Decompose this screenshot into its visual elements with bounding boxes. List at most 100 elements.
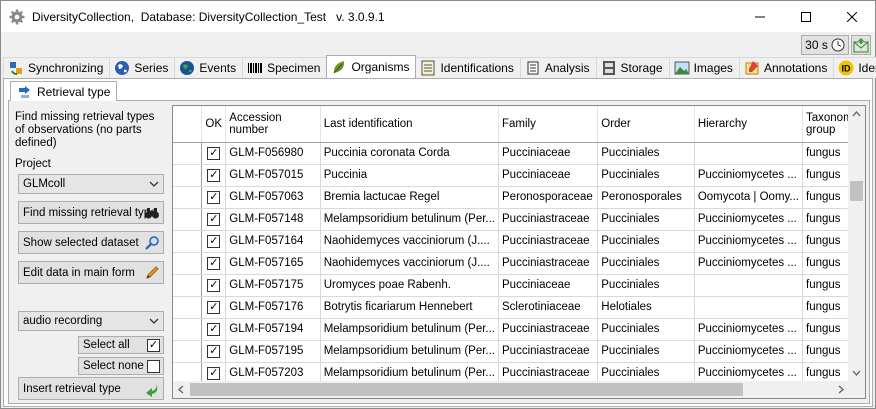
ok-cell[interactable]: ✓ <box>201 208 227 231</box>
table-row[interactable]: ✓ GLM-F057015 Puccinia Pucciniaceae Puccinia… <box>173 164 865 187</box>
accession-cell[interactable]: GLM-F057194 <box>225 318 321 341</box>
last-identification-cell[interactable]: Puccinia <box>320 164 500 187</box>
close-button[interactable] <box>829 1 875 32</box>
row-header[interactable] <box>173 230 203 253</box>
last-identification-cell[interactable]: Melampsoridium betulinum (Per... <box>320 340 500 363</box>
order-cell[interactable]: Pucciniales <box>597 274 695 297</box>
ok-cell[interactable]: ✓ <box>201 318 227 341</box>
tab-organisms[interactable]: Organisms <box>326 55 417 78</box>
accession-cell[interactable]: GLM-F057195 <box>225 340 321 363</box>
timer-button[interactable]: 30 s <box>801 35 849 55</box>
accession-cell[interactable]: GLM-F057165 <box>225 252 321 275</box>
select-none-button[interactable]: Select none <box>78 357 164 375</box>
family-cell[interactable]: Pucciniaceae <box>498 142 599 165</box>
last-identification-cell[interactable]: Uromyces poae Rabenh. <box>320 274 500 297</box>
feedback-button[interactable] <box>851 35 871 55</box>
order-cell[interactable]: Pucciniales <box>597 340 695 363</box>
horizontal-scrollbar[interactable] <box>173 381 849 398</box>
ok-cell[interactable]: ✓ <box>201 296 227 319</box>
column-header-order[interactable]: Order <box>597 106 695 143</box>
accession-cell[interactable]: GLM-F057015 <box>225 164 321 187</box>
table-row[interactable]: ✓ GLM-F057164 Naohidemyces vacciniorum (J.… <box>173 230 865 253</box>
row-header[interactable] <box>173 186 203 209</box>
family-cell[interactable]: Sclerotiniaceae <box>498 296 599 319</box>
hierarchy-cell[interactable]: Pucciniomycetes ... <box>694 164 804 187</box>
ok-cell[interactable]: ✓ <box>201 142 227 165</box>
ok-cell[interactable]: ✓ <box>201 274 227 297</box>
accession-cell[interactable]: GLM-F057176 <box>225 296 321 319</box>
retrieval-type-select[interactable]: audio recording <box>18 311 164 331</box>
last-identification-cell[interactable]: Melampsoridium betulinum (Per... <box>320 318 500 341</box>
ok-checkbox[interactable]: ✓ <box>207 212 221 226</box>
tab-identifier[interactable]: ID Identifier <box>833 57 876 78</box>
ok-checkbox[interactable]: ✓ <box>207 256 221 270</box>
ok-checkbox[interactable]: ✓ <box>207 168 221 182</box>
select-all-button[interactable]: Select all ✓ <box>78 336 164 354</box>
table-row[interactable]: ✓ GLM-F057176 Botrytis ficariarum Henneber… <box>173 296 865 319</box>
tab-analysis[interactable]: Analysis <box>519 57 597 78</box>
last-identification-cell[interactable]: Bremia lactucae Regel <box>320 186 500 209</box>
ok-cell[interactable]: ✓ <box>201 230 227 253</box>
accession-cell[interactable]: GLM-F057063 <box>225 186 321 209</box>
select-none-checkbox[interactable] <box>147 360 160 373</box>
last-identification-cell[interactable]: Puccinia coronata Corda <box>320 142 500 165</box>
hierarchy-cell[interactable] <box>694 296 804 319</box>
project-select[interactable]: GLMcoll <box>18 174 164 194</box>
hierarchy-cell[interactable]: Pucciniomycetes ... <box>694 208 804 231</box>
hierarchy-cell[interactable]: Pucciniomycetes ... <box>694 230 804 253</box>
ok-checkbox[interactable]: ✓ <box>207 234 221 248</box>
tab-retrieval-type[interactable]: Retrieval type <box>10 81 118 101</box>
family-cell[interactable]: Pucciniastraceae <box>498 230 599 253</box>
scroll-down-icon[interactable] <box>848 364 865 381</box>
hierarchy-cell[interactable]: Oomycota | Oomy... <box>694 186 804 209</box>
table-row[interactable]: ✓ GLM-F057175 Uromyces poae Rabenh. Puccini… <box>173 274 865 297</box>
row-header[interactable] <box>173 252 203 275</box>
last-identification-cell[interactable]: Naohidemyces vacciniorum (J.... <box>320 230 500 253</box>
last-identification-cell[interactable]: Melampsoridium betulinum (Per... <box>320 208 500 231</box>
find-missing-button[interactable]: Find missing retrieval type <box>18 201 164 224</box>
horizontal-scroll-thumb[interactable] <box>190 383 743 396</box>
table-row[interactable]: ✓ GLM-F057165 Naohidemyces vacciniorum (J.… <box>173 252 865 275</box>
hierarchy-cell[interactable]: Pucciniomycetes ... <box>694 252 804 275</box>
tab-annotations[interactable]: Annotations <box>738 57 835 78</box>
ok-cell[interactable]: ✓ <box>201 186 227 209</box>
order-cell[interactable]: Pucciniales <box>597 318 695 341</box>
scroll-right-icon[interactable] <box>832 381 849 398</box>
row-header[interactable] <box>173 208 203 231</box>
ok-checkbox[interactable]: ✓ <box>207 322 221 336</box>
maximize-button[interactable] <box>783 1 829 32</box>
tab-specimen[interactable]: Specimen <box>242 57 328 78</box>
column-header-last-identification[interactable]: Last identification <box>320 106 500 143</box>
column-header-hierarchy[interactable]: Hierarchy <box>694 106 804 143</box>
order-cell[interactable]: Pucciniales <box>597 252 695 275</box>
hierarchy-cell[interactable]: Pucciniomycetes ... <box>694 340 804 363</box>
family-cell[interactable]: Pucciniaceae <box>498 164 599 187</box>
ok-checkbox[interactable]: ✓ <box>207 366 221 380</box>
show-selected-dataset-button[interactable]: Show selected dataset <box>18 231 164 254</box>
edit-data-button[interactable]: Edit data in main form <box>18 261 164 284</box>
accession-cell[interactable]: GLM-F057175 <box>225 274 321 297</box>
table-row[interactable]: ✓ GLM-F057063 Bremia lactucae Regel Peronos… <box>173 186 865 209</box>
scroll-left-icon[interactable] <box>173 381 190 398</box>
insert-retrieval-type-button[interactable]: Insert retrieval type <box>18 377 164 400</box>
last-identification-cell[interactable]: Botrytis ficariarum Hennebert <box>320 296 500 319</box>
accession-cell[interactable]: GLM-F057148 <box>225 208 321 231</box>
table-row[interactable]: ✓ GLM-F056980 Puccinia coronata Corda Pucci… <box>173 142 865 165</box>
scroll-up-icon[interactable] <box>848 106 865 123</box>
ok-cell[interactable]: ✓ <box>201 340 227 363</box>
row-header[interactable] <box>173 340 203 363</box>
vertical-scrollbar[interactable] <box>848 106 865 381</box>
select-all-checkbox[interactable]: ✓ <box>147 339 160 352</box>
tab-synchronizing[interactable]: Synchronizing <box>3 57 111 78</box>
tab-identifications[interactable]: Identifications <box>415 57 521 78</box>
family-cell[interactable]: Pucciniastraceae <box>498 252 599 275</box>
family-cell[interactable]: Pucciniaceae <box>498 274 599 297</box>
tab-images[interactable]: Images <box>668 57 740 78</box>
hierarchy-cell[interactable] <box>694 274 804 297</box>
order-cell[interactable]: Pucciniales <box>597 142 695 165</box>
hierarchy-cell[interactable] <box>694 142 804 165</box>
ok-cell[interactable]: ✓ <box>201 252 227 275</box>
hierarchy-cell[interactable]: Pucciniomycetes ... <box>694 318 804 341</box>
accession-cell[interactable]: GLM-F057164 <box>225 230 321 253</box>
table-row[interactable]: ✓ GLM-F057194 Melampsoridium betulinum (Pe… <box>173 318 865 341</box>
